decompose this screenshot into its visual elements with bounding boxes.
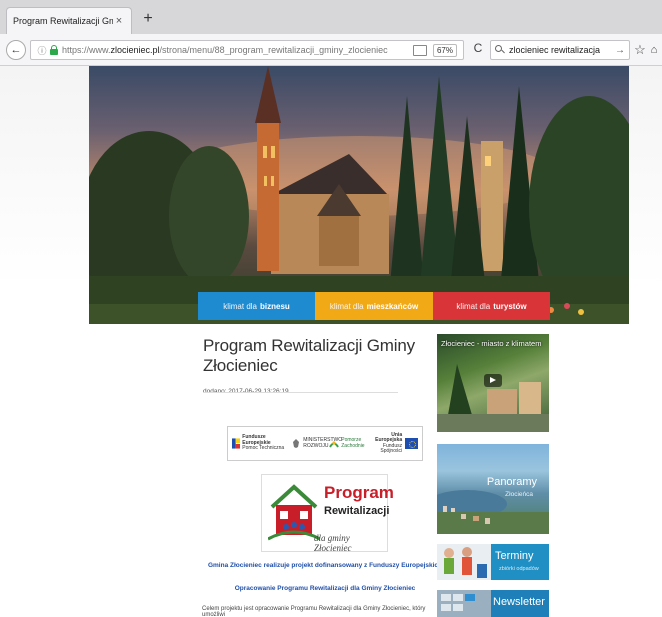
eu-funds-sub: Pomoc Techniczna — [242, 445, 285, 452]
address-bar[interactable]: ⓘ https://www.zlocieniec.pl/strona/menu/… — [30, 40, 464, 60]
pomorze-label: Pomorze Zachodnie — [341, 437, 365, 449]
browser-window: Program Rewitalizacji Gminy Złc × + ← ⓘ … — [0, 0, 662, 617]
house-logo-icon — [268, 484, 320, 541]
article: Program Rewitalizacji Gminy Złocieniec d… — [203, 336, 423, 395]
panorama-widget[interactable]: Panoramy Złocieńca — [437, 444, 549, 534]
eu-union-sub: Fundusz Spójności — [380, 442, 403, 454]
ribbon-business-link[interactable]: klimat dla biznesu — [198, 292, 315, 320]
search-icon — [495, 45, 505, 55]
info-icon[interactable]: ⓘ — [35, 44, 49, 57]
eu-funds-logo: Fundusze Europejskie Pomoc Techniczna — [232, 435, 291, 452]
search-input[interactable]: zlocieniec rewitalizacja → — [490, 40, 630, 60]
active-tab[interactable]: Program Rewitalizacji Gminy Złc × — [6, 7, 132, 34]
ministry-label: MINISTERSTWO ROZWOJU — [303, 437, 343, 449]
ministry-logo: MINISTERSTWO ROZWOJU — [291, 437, 343, 449]
panorama-thumbnail — [437, 490, 549, 534]
url-prefix: https://www. — [62, 45, 111, 55]
tab-title: Program Rewitalizacji Gminy Złc — [13, 16, 113, 26]
search-go-icon[interactable]: → — [615, 45, 625, 56]
waste-schedule-subtitle: zbiórki odpadów — [499, 566, 539, 572]
reader-view-icon[interactable] — [412, 44, 427, 56]
url-text[interactable]: https://www.zlocieniec.pl/strona/menu/88… — [62, 45, 413, 55]
ribbon-tourists-prefix: klimat dla — [456, 301, 491, 311]
eagle-icon — [293, 439, 300, 448]
eu-flag-icon — [405, 438, 418, 449]
ribbon-business-label: biznesu — [260, 301, 290, 311]
article-body: Celem projektu jest opracowanie Programu… — [202, 606, 426, 617]
panorama-subtitle: Złocieńca — [505, 491, 533, 498]
logo-program-text: Program — [324, 483, 394, 502]
keyboard-icon — [437, 590, 491, 617]
video-widget[interactable]: Złocieniec - miasto z klimatem — [437, 334, 549, 432]
newsletter-widget[interactable]: Newsletter — [437, 590, 549, 617]
ribbon-tourists-label: turystów — [493, 301, 527, 311]
audience-ribbon: klimat dla biznesu klimat dla mieszkańców … — [198, 292, 550, 320]
play-icon[interactable] — [484, 374, 502, 387]
reload-button[interactable]: C — [470, 41, 486, 59]
close-tab-icon[interactable]: × — [113, 15, 125, 27]
video-title: Złocieniec - miasto z klimatem — [441, 339, 542, 348]
hero-photo — [89, 66, 629, 324]
family-recycling-icon — [437, 544, 491, 580]
navigation-bar: ← ⓘ https://www.zlocieniec.pl/strona/men… — [0, 34, 662, 66]
url-path: /strona/menu/88_program_rewitalizacji_gm… — [159, 45, 388, 55]
logo-revitalization-text: Rewitalizacji — [324, 505, 390, 517]
back-button[interactable]: ← — [6, 40, 26, 60]
eu-funds-label: Fundusze Europejskie — [242, 434, 271, 446]
new-tab-button[interactable]: + — [138, 9, 158, 29]
page-content: klimat dla biznesu klimat dla mieszkańców … — [0, 66, 662, 617]
logo-municipality-text: dla gminy Złocieniec — [314, 533, 352, 553]
page-title: Program Rewitalizacji Gminy Złocieniec — [203, 336, 415, 375]
eu-union-logo: Unia Europejska Fundusz Spójności — [363, 431, 418, 455]
ribbon-business-prefix: klimat dla — [223, 301, 257, 311]
waste-schedule-widget[interactable]: Terminy zbiórki odpadów — [437, 544, 549, 580]
bookmark-star-icon[interactable]: ☆ — [634, 40, 646, 60]
search-value: zlocieniec rewitalizacja — [509, 45, 601, 55]
ribbon-tourists-link[interactable]: klimat dla turystów — [433, 292, 550, 320]
eu-union-label: Unia Europejska — [375, 431, 403, 443]
zoom-indicator[interactable]: 67% — [432, 43, 457, 57]
ribbon-residents-prefix: klimat dla — [329, 301, 364, 311]
newsletter-title: Newsletter — [493, 596, 545, 608]
eu-funding-banner: Fundusze Europejskie Pomoc Techniczna MIN… — [227, 426, 423, 461]
church-scene — [89, 66, 629, 324]
eu-funds-icon — [232, 438, 241, 449]
ribbon-residents-label: mieszkańców — [366, 301, 419, 311]
pomorze-logo: Pomorze Zachodnie — [329, 437, 365, 449]
program-link[interactable]: Opracowanie Programu Rewitalizacji dla G… — [225, 585, 425, 592]
panorama-title: Panoramy — [486, 476, 537, 488]
lock-icon[interactable] — [49, 45, 59, 55]
divider — [203, 392, 398, 393]
library-icon[interactable]: ⌂ — [648, 40, 660, 60]
tab-strip: Program Rewitalizacji Gminy Złc × + — [0, 0, 662, 34]
waste-schedule-title: Terminy — [495, 550, 534, 562]
revitalization-logo: Program Rewitalizacji dla gminy Złocieni… — [261, 474, 394, 553]
pomorze-icon — [329, 440, 340, 448]
ribbon-residents-link[interactable]: klimat dla mieszkańców — [315, 292, 433, 320]
url-domain: zlocieniec.pl — [110, 45, 160, 55]
project-funding-link[interactable]: Gmina Złocieniec realizuje projekt dofin… — [205, 562, 445, 569]
